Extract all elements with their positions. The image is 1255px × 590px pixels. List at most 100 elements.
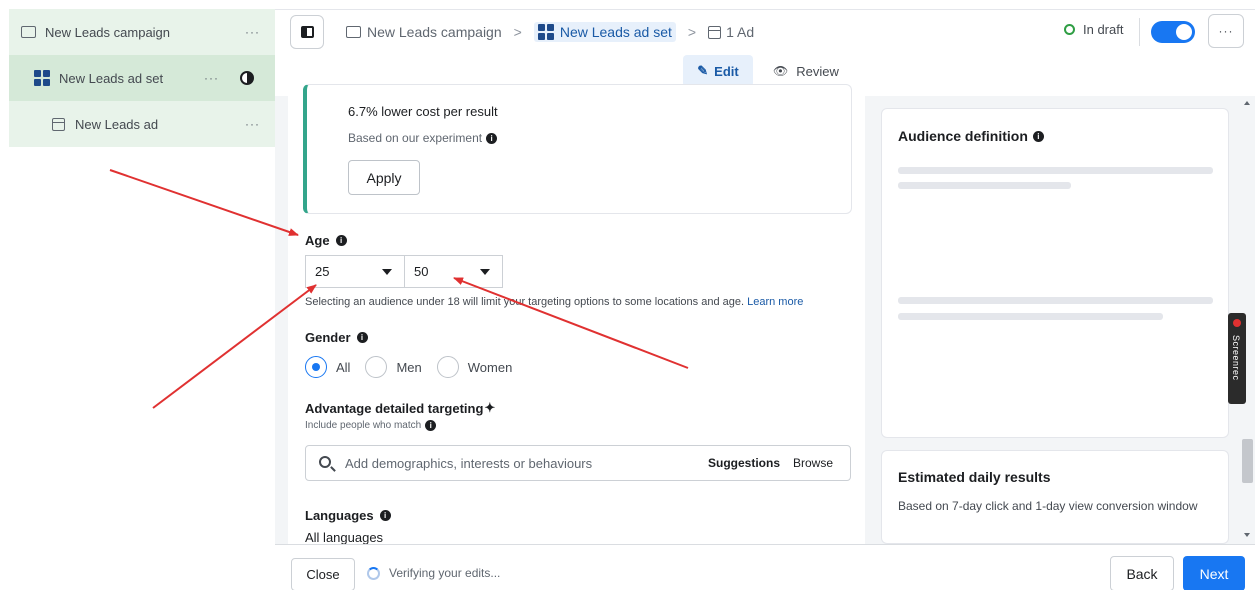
tree-item-ad[interactable]: New Leads ad ···: [9, 101, 275, 147]
tree-item-label: New Leads campaign: [45, 24, 171, 40]
info-icon[interactable]: i: [335, 235, 347, 246]
more-options-icon[interactable]: ···: [204, 71, 219, 85]
pencil-icon: ✎: [697, 63, 709, 78]
eye-icon: 👁: [773, 64, 789, 78]
annotation-arrow-age-label: [109, 169, 299, 236]
age-note: Selecting an audience under 18 will limi…: [305, 296, 803, 308]
gender-option-label: All: [336, 359, 351, 375]
close-button[interactable]: Close: [291, 558, 355, 590]
tree-item-adset[interactable]: New Leads ad set ···: [9, 55, 275, 101]
breadcrumb-campaign[interactable]: New Leads campaign: [346, 24, 502, 40]
estimated-results-description: Based on 7-day click and 1-day view conv…: [898, 499, 1198, 513]
folder-icon: [21, 26, 36, 38]
breadcrumb-campaign-label: New Leads campaign: [367, 24, 502, 40]
learn-more-link[interactable]: Learn more: [747, 296, 803, 308]
ad-icon: [708, 25, 722, 39]
breadcrumb-adset[interactable]: New Leads ad set: [533, 22, 676, 42]
gender-label: Gender i: [305, 330, 368, 345]
next-button[interactable]: Next: [1183, 556, 1245, 590]
info-icon[interactable]: i: [425, 420, 437, 431]
tree-item-campaign[interactable]: New Leads campaign ···: [9, 9, 275, 55]
loading-placeholder: [898, 182, 1071, 189]
half-circle-status-icon: [240, 71, 254, 85]
radio-button[interactable]: [436, 356, 459, 378]
screenrec-widget[interactable]: Screenrec: [1228, 313, 1246, 404]
detailed-targeting-search-input[interactable]: Add demographics, interests or behaviour…: [305, 445, 851, 481]
radio-button-selected[interactable]: [305, 356, 327, 378]
back-button[interactable]: Back: [1110, 556, 1174, 590]
audience-definition-card: Audience definition i: [881, 108, 1229, 438]
audience-definition-title: Audience definition i: [898, 128, 1044, 144]
header-divider: [275, 9, 1255, 10]
draft-status: In draft: [1064, 22, 1123, 37]
loading-placeholder: [898, 297, 1213, 304]
status-label: In draft: [1083, 22, 1124, 37]
breadcrumb-ad-label: 1 Ad: [726, 24, 755, 40]
tree-item-label: New Leads ad: [75, 116, 159, 132]
verifying-status: Verifying your edits...: [367, 566, 500, 580]
sparkle-icon: ✦: [484, 400, 496, 415]
adset-on-off-toggle[interactable]: [1151, 21, 1195, 43]
scroll-down-arrow-icon[interactable]: [1244, 533, 1250, 537]
estimated-results-title: Estimated daily results: [898, 469, 1051, 485]
tab-edit[interactable]: ✎ Edit: [683, 55, 753, 87]
include-people-text: Include people who match i: [305, 420, 437, 431]
breadcrumb-separator: >: [687, 24, 697, 40]
gender-label-text: Gender: [305, 330, 351, 345]
breadcrumb-ad[interactable]: 1 Ad: [708, 24, 754, 40]
screenrec-label: Screenrec: [1231, 335, 1241, 381]
detailed-targeting-label: Advantage detailed targeting ✦: [305, 400, 495, 416]
gender-option-all[interactable]: All: [305, 356, 350, 378]
recommendation-subtitle: Based on our experiment i: [348, 131, 498, 145]
tab-edit-label: Edit: [714, 63, 739, 79]
include-people-label: Include people who match: [305, 420, 422, 431]
more-options-button[interactable]: ···: [1208, 14, 1244, 48]
age-max-select[interactable]: 50: [404, 255, 503, 288]
verifying-text: Verifying your edits...: [389, 566, 501, 580]
info-icon[interactable]: i: [379, 510, 391, 521]
gender-option-label: Men: [396, 359, 422, 375]
languages-value[interactable]: All languages: [305, 530, 383, 545]
info-icon[interactable]: i: [1032, 130, 1044, 142]
languages-label-text: Languages: [305, 508, 374, 523]
age-max-value: 50: [414, 264, 429, 279]
estimated-results-card: Estimated daily results Based on 7-day c…: [881, 450, 1229, 544]
gender-option-women[interactable]: Women: [436, 356, 513, 378]
suggestions-link[interactable]: Suggestions: [708, 456, 780, 470]
radio-button[interactable]: [365, 356, 388, 378]
age-min-select[interactable]: 25: [305, 255, 405, 288]
breadcrumb-separator: >: [513, 24, 522, 40]
header-divider-vertical: [1139, 18, 1140, 46]
age-min-value: 25: [315, 264, 330, 279]
more-options-icon[interactable]: ···: [245, 117, 260, 131]
breadcrumb-adset-label: New Leads ad set: [559, 24, 672, 40]
status-circle-icon: [1064, 24, 1075, 35]
loading-placeholder: [898, 313, 1163, 320]
loading-spinner-icon: [367, 566, 380, 580]
tab-review[interactable]: 👁 Review: [773, 60, 839, 82]
audience-definition-title-text: Audience definition: [898, 128, 1028, 144]
sidebar-panel-icon: [300, 26, 314, 38]
more-options-icon[interactable]: ···: [245, 25, 260, 39]
record-dot-icon: [1233, 319, 1241, 327]
age-note-text: Selecting an audience under 18 will limi…: [305, 296, 745, 308]
search-placeholder: Add demographics, interests or behaviour…: [345, 456, 593, 471]
gender-option-men[interactable]: Men: [365, 356, 422, 378]
gender-option-label: Women: [467, 359, 513, 375]
info-icon[interactable]: i: [356, 332, 368, 343]
info-icon[interactable]: i: [486, 132, 498, 144]
panel-toggle-button[interactable]: [290, 15, 324, 49]
scrollbar-thumb[interactable]: [1242, 439, 1253, 483]
apply-button[interactable]: Apply: [348, 160, 420, 195]
recommendation-title: 6.7% lower cost per result: [348, 104, 498, 119]
tree-item-label: New Leads ad set: [59, 70, 164, 86]
scroll-up-arrow-icon[interactable]: [1244, 101, 1250, 105]
loading-placeholder: [898, 167, 1213, 174]
ad-icon: [52, 117, 65, 131]
browse-link[interactable]: Browse: [793, 456, 833, 470]
tab-review-label: Review: [796, 63, 839, 79]
age-label: Age i: [305, 233, 347, 248]
adset-grid-icon: [34, 70, 50, 86]
folder-icon: [346, 26, 361, 38]
breadcrumb: New Leads campaign > New Leads ad set > …: [346, 20, 754, 44]
